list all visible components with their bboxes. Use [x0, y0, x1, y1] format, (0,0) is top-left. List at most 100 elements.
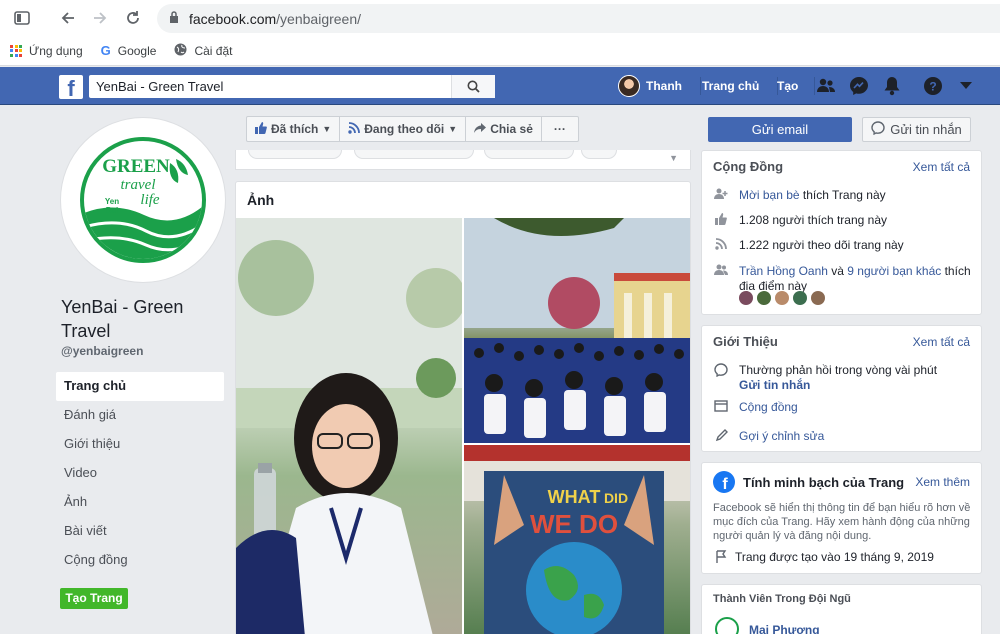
url-host: facebook.com	[189, 10, 277, 27]
profile-link[interactable]: Thanh	[618, 67, 682, 105]
left-nav-reviews[interactable]: Đánh giá	[56, 401, 224, 430]
photo-earth-poster[interactable]: WHAT DID WE DO	[464, 445, 690, 634]
category-link[interactable]: Cộng đồng	[739, 400, 798, 416]
avatar[interactable]	[811, 291, 825, 305]
bookmark-label: Google	[117, 43, 157, 58]
logo-text-bai: Bai	[106, 206, 118, 215]
more-actions-button[interactable]: ···	[541, 116, 579, 142]
rss-icon	[713, 238, 729, 254]
nav-home-link[interactable]: Trang chủ	[702, 67, 759, 105]
share-button[interactable]: Chia sẻ	[466, 116, 542, 142]
community-follows-row: 1.222 người theo dõi trang này	[713, 238, 904, 254]
about-title: Giới Thiệu	[713, 334, 778, 349]
follows-count: 1.222 người theo dõi trang này	[739, 238, 904, 252]
team-title: Thành Viên Trong Đội Ngũ	[713, 593, 851, 605]
about-category-row: Cộng đồng	[713, 400, 798, 416]
google-icon: G	[100, 43, 111, 58]
facebook-logo-icon[interactable]: f	[59, 75, 83, 99]
following-button[interactable]: Đang theo dõi ▼	[340, 116, 467, 142]
team-members-card: Thành Viên Trong Đội Ngũ Mai Phương	[701, 584, 982, 634]
send-email-button[interactable]: Gửi email	[708, 117, 852, 142]
logo-text-life: life	[140, 192, 160, 208]
lock-icon	[169, 11, 179, 26]
page-action-bar: Đã thích ▼ Đang theo dõi ▼ Chia sẻ ···	[246, 116, 579, 142]
search-button[interactable]	[451, 75, 495, 98]
other-friends-link[interactable]: 9 người bạn khác	[847, 264, 941, 278]
community-invite-row: Mời bạn bè thích Trang này	[713, 188, 886, 204]
search-input[interactable]: YenBai - Green Travel	[89, 75, 495, 98]
bookmark-apps[interactable]: Ứng dụng	[10, 44, 83, 58]
friends-icon[interactable]	[816, 76, 836, 96]
transparency-see-more-link[interactable]: Xem thêm	[915, 475, 970, 489]
friends-icon	[713, 264, 729, 294]
nav-create-link[interactable]: Tạo	[777, 67, 798, 105]
share-label: Chia sẻ	[490, 122, 533, 136]
logo-text-green: GREEN	[102, 156, 170, 177]
page-title[interactable]: YenBai - Green Travel	[61, 295, 231, 343]
photos-title[interactable]: Ảnh	[247, 192, 274, 208]
friend-name-link[interactable]: Trần Hồng Oanh	[739, 264, 828, 278]
preview-pill	[354, 150, 474, 159]
green-travel-logo-icon: GREEN travel life Yen Bai	[80, 137, 206, 263]
liked-label: Đã thích	[271, 122, 319, 136]
apps-icon	[10, 44, 22, 57]
reload-icon[interactable]	[117, 2, 149, 34]
bookmark-settings[interactable]: Cài đặt	[174, 43, 232, 59]
left-nav-community[interactable]: Cộng đồng	[56, 546, 224, 575]
messenger-outline-icon	[871, 121, 885, 138]
pencil-icon	[713, 429, 729, 446]
community-likes-row: 1.208 người thích trang này	[713, 213, 887, 229]
left-nav-videos[interactable]: Video	[56, 459, 224, 488]
help-icon[interactable]: ?	[923, 76, 943, 96]
account-menu-chevron-icon[interactable]	[956, 76, 976, 96]
messenger-outline-icon	[713, 363, 729, 393]
scroll-down-icon[interactable]: ▼	[669, 153, 678, 163]
left-nav-posts[interactable]: Bài viết	[56, 517, 224, 546]
forward-icon[interactable]	[84, 2, 116, 34]
avatar[interactable]	[757, 291, 771, 305]
avatar[interactable]	[739, 291, 753, 305]
back-icon[interactable]	[52, 2, 84, 34]
friend-avatars	[739, 291, 829, 305]
address-bar[interactable]: facebook.com/yenbaigreen/	[157, 4, 1000, 33]
about-card: Giới Thiệu Xem tất cả Thường phản hồi tr…	[701, 325, 982, 452]
friend-and-text: và	[827, 264, 848, 278]
bookmark-label: Cài đặt	[194, 43, 233, 58]
avatar[interactable]	[715, 617, 739, 634]
bookmark-google[interactable]: G Google	[101, 43, 157, 58]
liked-button[interactable]: Đã thích ▼	[246, 116, 341, 142]
rss-icon	[348, 121, 361, 137]
messenger-icon[interactable]	[849, 76, 869, 96]
left-nav-home[interactable]: Trang chủ	[56, 372, 224, 401]
facebook-header: f YenBai - Green Travel Thanh Trang chủ …	[0, 67, 1000, 105]
thumbs-up-icon	[713, 213, 729, 229]
left-nav-about[interactable]: Giới thiệu	[56, 430, 224, 459]
avatar[interactable]	[775, 291, 789, 305]
community-see-all-link[interactable]: Xem tất cả	[913, 160, 970, 174]
following-label: Đang theo dõi	[364, 122, 445, 136]
page-handle[interactable]: @yenbaigreen	[61, 344, 143, 358]
invite-friends-icon	[713, 188, 729, 204]
flag-icon	[713, 550, 729, 567]
suggest-edit-link[interactable]: Gợi ý chỉnh sửa	[739, 429, 824, 446]
about-see-all-link[interactable]: Xem tất cả	[913, 335, 970, 349]
poster-text-we-do: WE DO	[530, 509, 618, 539]
about-suggest-row: Gợi ý chỉnh sửa	[713, 429, 824, 446]
send-message-button[interactable]: Gửi tin nhắn	[862, 117, 971, 142]
photo-students-assembly[interactable]	[464, 218, 690, 443]
response-time-text: Thường phản hồi trong vòng vài phút	[739, 363, 938, 377]
avatar[interactable]	[793, 291, 807, 305]
category-icon	[713, 400, 729, 416]
create-page-button[interactable]: Tạo Trang	[60, 588, 128, 609]
team-member-link[interactable]: Mai Phương	[749, 623, 820, 634]
left-nav-photos[interactable]: Ảnh	[56, 488, 224, 517]
photo-student-with-bottle[interactable]	[236, 218, 462, 634]
sidebar-toggle-icon[interactable]	[6, 2, 38, 34]
invite-friends-link[interactable]: Mời bạn bè	[739, 188, 800, 202]
svg-text:f: f	[722, 476, 728, 493]
browser-toolbar: facebook.com/yenbaigreen/	[0, 0, 1000, 36]
notifications-bell-icon[interactable]	[882, 76, 902, 96]
page-left-nav: Trang chủ Đánh giá Giới thiệu Video Ảnh …	[56, 372, 224, 575]
page-profile-picture[interactable]: GREEN travel life Yen Bai	[60, 117, 226, 283]
about-send-message-link[interactable]: Gửi tin nhắn	[739, 378, 937, 393]
